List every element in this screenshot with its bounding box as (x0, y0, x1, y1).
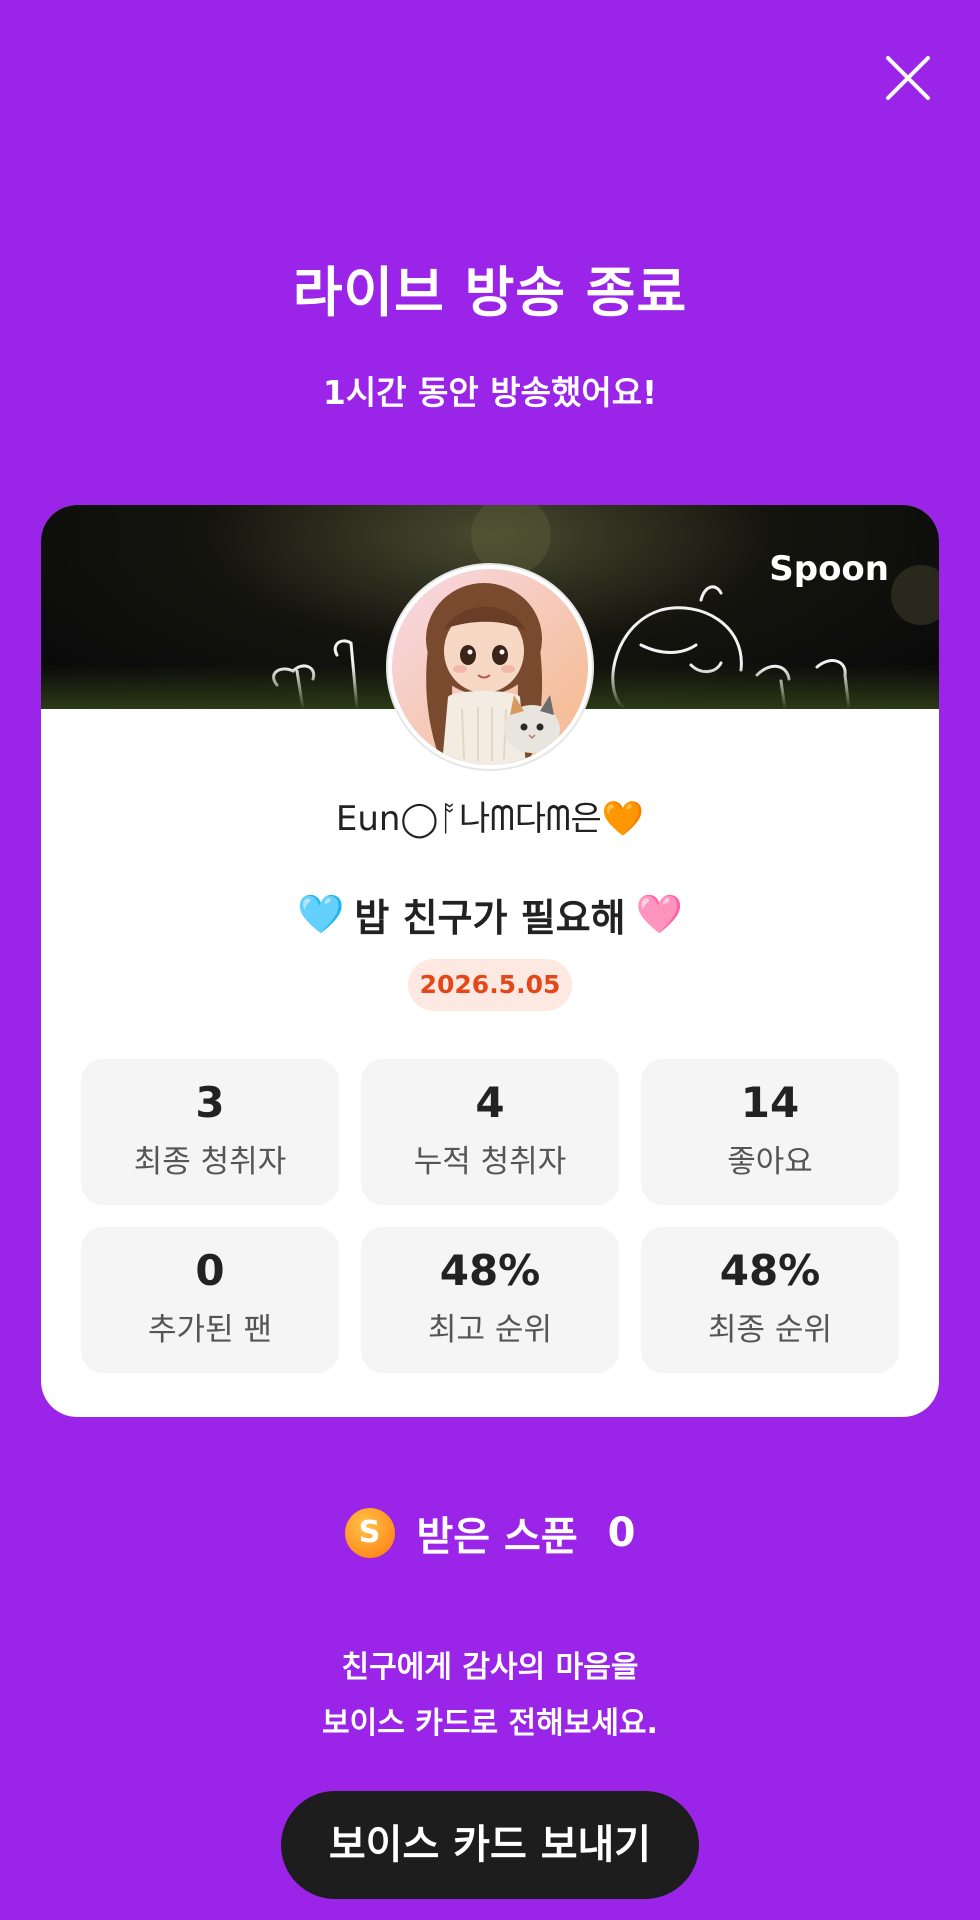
stat-value: 0 (195, 1246, 225, 1295)
page-title: 라이브 방송 종료 (292, 261, 688, 324)
stat-value: 48% (719, 1246, 821, 1295)
broadcast-summary-card: Spoon Eun◯ᚩ나ᗰ다ᗰ은🧡 🩵 밥 친구가 필요해 🩷 2026.5.0… (41, 505, 939, 1417)
stat-label: 최종 청취자 (133, 1144, 287, 1180)
stat-label: 좋아요 (727, 1144, 813, 1180)
stat-label: 누적 청취자 (413, 1144, 567, 1180)
stat-label: 최고 순위 (428, 1312, 552, 1348)
avatar-illustration (392, 569, 588, 765)
thanks-message-line-2: 보이스 카드로 전해보세요. (322, 1706, 658, 1741)
broadcast-duration: 1시간 동안 방송했어요! (322, 373, 658, 412)
received-spoons: S 받은 스푼 0 (0, 1504, 980, 1562)
stat-value: 14 (740, 1078, 800, 1127)
date-badge: 2026.5.05 (408, 959, 572, 1011)
close-icon (886, 56, 930, 100)
avatar (388, 565, 592, 769)
stat-likes: 14 좋아요 (641, 1059, 899, 1205)
thanks-message: 친구에게 감사의 마음을 보이스 카드로 전해보세요. (0, 1640, 980, 1752)
stat-best-rank: 48% 최고 순위 (361, 1227, 619, 1373)
thanks-message-line-1: 친구에게 감사의 마음을 (341, 1650, 639, 1685)
stat-new-fans: 0 추가된 팬 (81, 1227, 339, 1373)
light-blue-heart-icon: 🩵 (297, 892, 345, 936)
room-title: 🩵 밥 친구가 필요해 🩷 (41, 887, 939, 942)
stat-label: 최종 순위 (708, 1312, 832, 1348)
received-spoons-label: 받은 스푼 (416, 1514, 578, 1560)
host-nickname: Eun◯ᚩ나ᗰ다ᗰ은🧡 (335, 799, 645, 839)
stats-grid: 3 최종 청취자 4 누적 청취자 14 좋아요 0 추가된 팬 48% 최고 … (81, 1059, 899, 1373)
stat-final-rank: 48% 최종 순위 (641, 1227, 899, 1373)
received-spoons-count: 0 (607, 1510, 636, 1556)
pink-heart-icon: 🩷 (635, 892, 683, 936)
stat-value: 3 (195, 1078, 225, 1127)
stat-value: 4 (475, 1078, 505, 1127)
room-title-text: 밥 친구가 필요해 (354, 896, 626, 940)
spoon-coin-icon: S (344, 1508, 395, 1558)
stat-total-listeners: 4 누적 청취자 (361, 1059, 619, 1205)
close-button[interactable] (880, 50, 936, 106)
stat-final-listeners: 3 최종 청취자 (81, 1059, 339, 1205)
stat-label: 추가된 팬 (148, 1312, 272, 1348)
send-voice-card-button[interactable]: 보이스 카드 보내기 (281, 1791, 699, 1899)
brand-logo: Spoon (769, 549, 889, 589)
stat-value: 48% (439, 1246, 541, 1295)
